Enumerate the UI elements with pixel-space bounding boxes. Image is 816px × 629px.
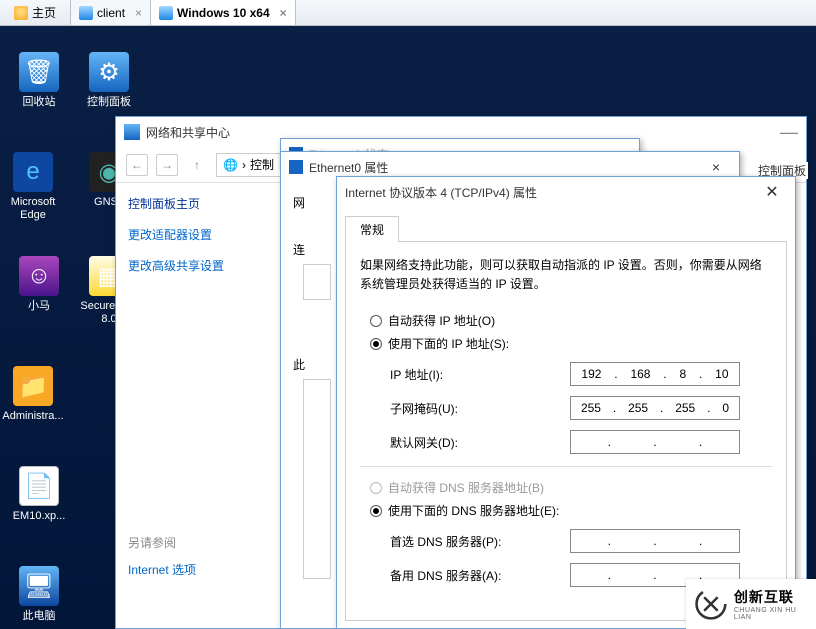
tab-label: Windows 10 x64	[177, 6, 270, 20]
link-change-adapter[interactable]: 更改适配器设置	[128, 226, 264, 243]
radio-use-dns[interactable]: 使用下面的 DNS 服务器地址(E):	[370, 502, 772, 519]
tab-panel: 如果网络支持此功能，则可以获取自动指派的 IP 设置。否则，你需要从网络系统管理…	[345, 241, 787, 621]
field-dns-primary: 首选 DNS 服务器(P): . . .	[390, 529, 772, 553]
up-button[interactable]: ↑	[186, 154, 208, 176]
control-panel-icon: ⚙	[89, 52, 129, 92]
see-also-label: 另请参阅	[128, 534, 264, 551]
sidebar: 控制面板主页 更改适配器设置 更改高级共享设置 另请参阅 Internet 选项	[116, 183, 276, 628]
description-text: 如果网络支持此功能，则可以获取自动指派的 IP 设置。否则，你需要从网络系统管理…	[360, 256, 772, 294]
tab-label: 主页	[32, 4, 56, 21]
window-title: Ethernet0 属性	[309, 159, 701, 176]
label-dns2: 备用 DNS 服务器(A):	[390, 567, 570, 584]
radio-icon	[370, 315, 382, 327]
input-dns-primary[interactable]: . . .	[570, 529, 740, 553]
minimize-icon[interactable]: —	[780, 122, 798, 143]
tab-home[interactable]: 主页	[0, 0, 71, 25]
partial-box	[303, 264, 331, 300]
close-icon[interactable]: ×	[280, 6, 287, 20]
desktop-icon-edge[interactable]: eMicrosoft Edge	[0, 152, 66, 222]
link-advanced-sharing[interactable]: 更改高级共享设置	[128, 257, 264, 274]
desktop-icon-control-panel[interactable]: ⚙控制面板	[76, 52, 142, 109]
forward-button[interactable]: →	[156, 154, 178, 176]
network-icon: 🌐	[223, 158, 238, 172]
close-icon[interactable]: ✕	[757, 182, 787, 202]
adapter-icon	[289, 160, 303, 174]
partial-list	[303, 379, 331, 579]
radio-auto-ip[interactable]: 自动获得 IP 地址(O)	[370, 312, 772, 329]
watermark-name: 创新互联	[734, 587, 816, 607]
tab-label: client	[97, 6, 125, 20]
label-gateway: 默认网关(D):	[390, 434, 570, 451]
desktop-icon-this-pc[interactable]: 🖥此电脑	[6, 566, 72, 623]
vm-tab-bar: 主页 client × Windows 10 x64 ×	[0, 0, 816, 26]
close-icon[interactable]: ×	[701, 159, 731, 175]
watermark-sub: CHUANG XIN HU LIAN	[734, 607, 816, 621]
desktop-icon-xiaoma[interactable]: ☺小马	[6, 256, 72, 313]
desktop-icon-recycle[interactable]: 🗑回收站	[6, 52, 72, 109]
xiaoma-icon: ☺	[19, 256, 59, 296]
field-subnet-mask: 子网掩码(U): 255. 255. 255. 0	[390, 396, 772, 420]
tab-general[interactable]: 常规	[345, 216, 399, 242]
tab-win10[interactable]: Windows 10 x64 ×	[151, 0, 296, 25]
link-internet-options[interactable]: Internet 选项	[128, 561, 264, 578]
radio-icon	[370, 482, 382, 494]
file-icon: 📄	[19, 466, 59, 506]
breadcrumb-segment[interactable]: 控制	[250, 156, 274, 173]
field-ip-address: IP 地址(I): 192. 168. 8. 10	[390, 362, 772, 386]
back-button[interactable]: ←	[126, 154, 148, 176]
tabs: 常规	[345, 215, 787, 241]
label-ip: IP 地址(I):	[390, 366, 570, 383]
desktop-icon-em10[interactable]: 📄EM10.xp...	[6, 466, 72, 523]
edge-icon: e	[13, 152, 53, 192]
breadcrumb[interactable]: 🌐 › 控制	[216, 153, 281, 177]
app-icon	[124, 124, 140, 140]
window-title: Internet 协议版本 4 (TCP/IPv4) 属性	[345, 184, 757, 201]
input-gateway[interactable]: . . .	[570, 430, 740, 454]
vm-icon	[79, 6, 93, 20]
home-icon	[14, 6, 28, 20]
close-icon[interactable]: ×	[135, 6, 142, 20]
sidebar-header[interactable]: 控制面板主页	[128, 195, 264, 212]
radio-icon	[370, 338, 382, 350]
label-dns1: 首选 DNS 服务器(P):	[390, 533, 570, 550]
vm-icon	[159, 6, 173, 20]
title-bar: Internet 协议版本 4 (TCP/IPv4) 属性 ✕	[337, 177, 795, 207]
window-tcpipv4-properties: Internet 协议版本 4 (TCP/IPv4) 属性 ✕ 常规 如果网络支…	[336, 176, 796, 629]
input-ip-address[interactable]: 192. 168. 8. 10	[570, 362, 740, 386]
radio-use-ip[interactable]: 使用下面的 IP 地址(S):	[370, 335, 772, 352]
input-subnet-mask[interactable]: 255. 255. 255. 0	[570, 396, 740, 420]
radio-auto-dns: 自动获得 DNS 服务器地址(B)	[370, 479, 772, 496]
label-mask: 子网掩码(U):	[390, 400, 570, 417]
radio-icon	[370, 505, 382, 517]
folder-icon: 📁	[13, 366, 53, 406]
watermark-logo: 创新互联 CHUANG XIN HU LIAN	[686, 579, 816, 629]
desktop-icon-admin[interactable]: 📁Administra...	[0, 366, 66, 423]
recycle-bin-icon: 🗑	[19, 52, 59, 92]
computer-icon: 🖥	[19, 566, 59, 606]
cx-icon	[694, 587, 728, 621]
tab-client[interactable]: client ×	[71, 0, 151, 25]
divider	[360, 466, 772, 467]
field-gateway: 默认网关(D): . . .	[390, 430, 772, 454]
